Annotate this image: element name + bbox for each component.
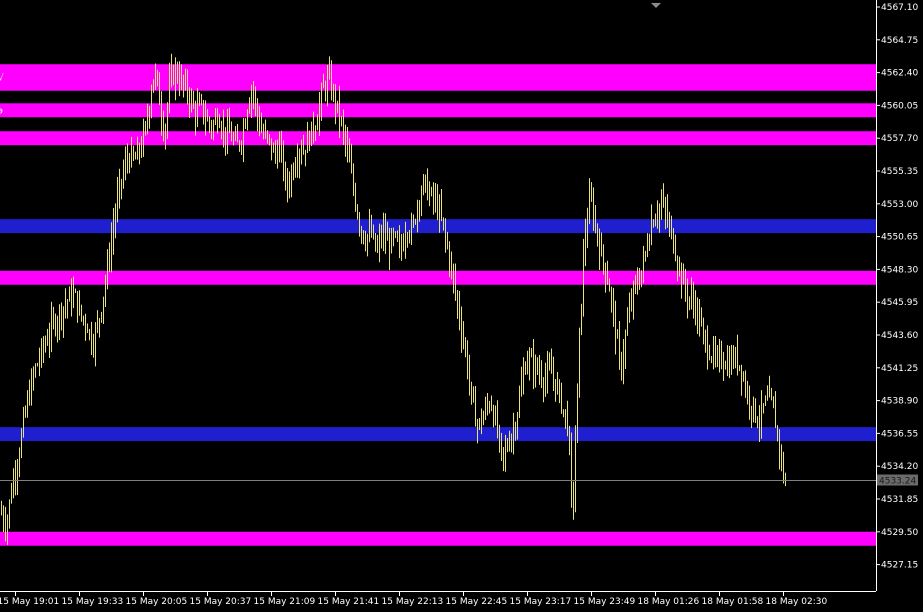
y-tick-2: 4562.40 — [876, 69, 918, 79]
current-price-badge: 4533.24 — [877, 474, 918, 487]
x-tick-label-9: 15 May 23:49 — [574, 597, 636, 607]
x-tick-label-11: 18 May 01:58 — [702, 597, 764, 607]
resistance-zone-1 — [0, 103, 876, 118]
y-tick-0: 4567.10 — [876, 3, 918, 13]
y-tick-11: 4541.25 — [876, 364, 918, 374]
y-tick-label-17: 4527.15 — [881, 561, 918, 571]
y-tick-label-13: 4536.55 — [881, 429, 918, 439]
y-tick-15: 4531.85 — [876, 495, 918, 505]
x-tick-label-8: 15 May 23:17 — [510, 597, 572, 607]
y-tick-label-10: 4543.60 — [881, 331, 918, 341]
y-tick-label-15: 4531.85 — [881, 495, 918, 505]
x-tick-label-12: 18 May 02:30 — [766, 597, 828, 607]
zone-edge-label-1: э — [0, 106, 3, 116]
y-tick-label-7: 4550.65 — [881, 233, 918, 243]
x-tick-label-5: 15 May 21:41 — [318, 597, 380, 607]
y-tick-13: 4536.55 — [876, 429, 918, 439]
y-tick-5: 4555.35 — [876, 167, 918, 177]
y-tick-10: 4543.60 — [876, 331, 918, 341]
y-tick-label-0: 4567.10 — [881, 3, 918, 13]
y-tick-6: 4553.00 — [876, 200, 918, 210]
resistance-zone-4 — [0, 270, 876, 285]
y-tick-label-9: 4545.95 — [881, 298, 918, 308]
resistance-zone-6 — [0, 531, 876, 546]
zone-edge-label-0: √ — [0, 72, 4, 83]
y-tick-label-3: 4560.05 — [881, 101, 918, 111]
y-tick-3: 4560.05 — [876, 101, 918, 111]
current-price-label: 4533.24 — [879, 477, 916, 487]
x-tick-label-6: 15 May 22:13 — [382, 597, 444, 607]
y-tick-4: 4557.70 — [876, 134, 918, 144]
y-tick-label-6: 4553.00 — [881, 200, 918, 210]
y-tick-label-16: 4529.50 — [881, 528, 918, 538]
y-tick-14: 4534.20 — [876, 462, 918, 472]
y-tick-label-8: 4548.30 — [881, 265, 918, 275]
y-tick-label-14: 4534.20 — [881, 462, 918, 472]
y-tick-label-11: 4541.25 — [881, 364, 918, 374]
y-tick-label-1: 4564.75 — [881, 36, 918, 46]
x-tick-label-3: 15 May 20:37 — [190, 597, 252, 607]
resistance-zone-0 — [0, 64, 876, 91]
y-tick-17: 4527.15 — [876, 561, 918, 571]
y-tick-label-4: 4557.70 — [881, 134, 918, 144]
x-tick-label-10: 18 May 01:26 — [638, 597, 700, 607]
price-chart[interactable]: √ э 4567.10 4564.75 4562.40 4560.05 4557.70 45… — [0, 0, 923, 612]
y-tick-7: 4550.65 — [876, 233, 918, 243]
plot-background — [0, 0, 923, 612]
support-zone-5 — [0, 427, 876, 442]
x-tick-label-1: 15 May 19:33 — [62, 597, 124, 607]
y-tick-12: 4538.90 — [876, 397, 918, 407]
y-tick-8: 4548.30 — [876, 265, 918, 275]
y-tick-label-5: 4555.35 — [881, 167, 918, 177]
x-tick-label-0: 15 May 19:01 — [0, 597, 59, 607]
y-tick-1: 4564.75 — [876, 36, 918, 46]
support-zone-3 — [0, 219, 876, 234]
y-tick-16: 4529.50 — [876, 528, 918, 538]
x-tick-label-2: 15 May 20:05 — [126, 597, 188, 607]
x-tick-label-4: 15 May 21:09 — [254, 597, 316, 607]
y-tick-9: 4545.95 — [876, 298, 918, 308]
y-tick-label-2: 4562.40 — [881, 69, 918, 79]
y-tick-label-12: 4538.90 — [881, 397, 918, 407]
x-tick-label-7: 15 May 22:45 — [446, 597, 508, 607]
